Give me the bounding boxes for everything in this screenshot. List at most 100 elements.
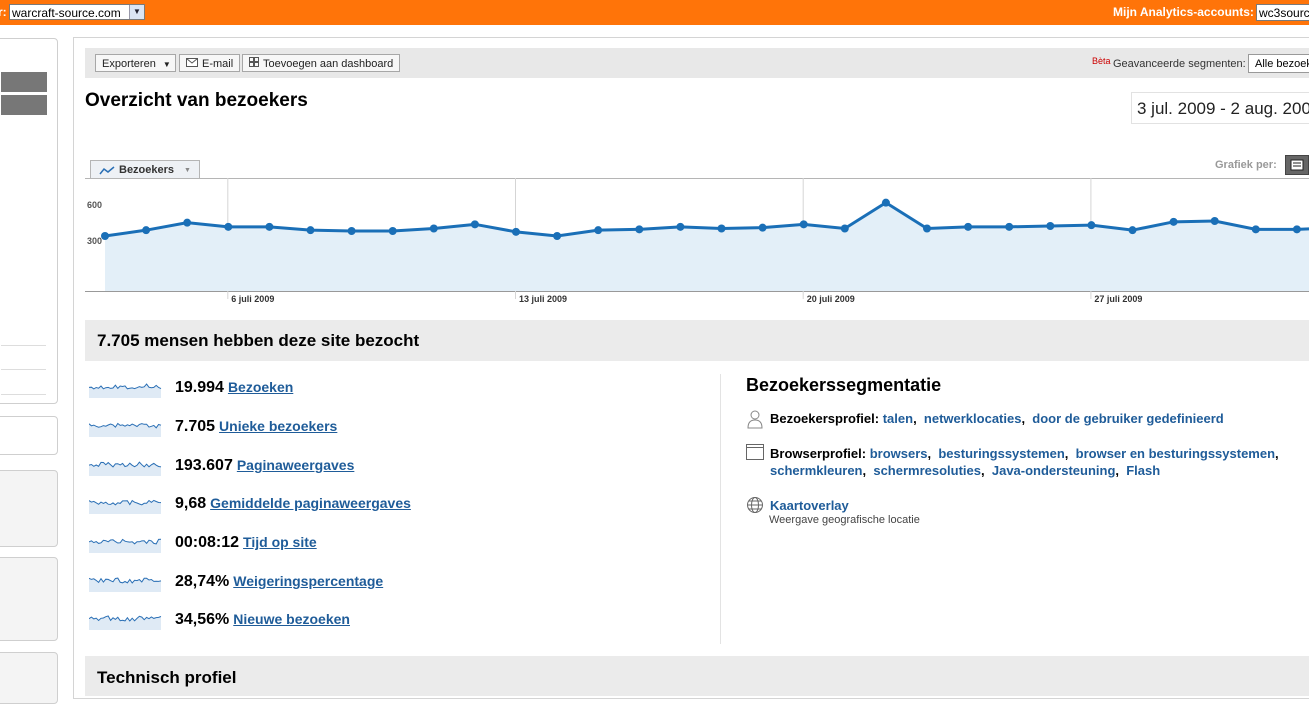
accounts-label: Mijn Analytics-accounts: bbox=[1113, 5, 1254, 19]
metric-link[interactable]: Gemiddelde paginaweergaves bbox=[210, 495, 411, 511]
chart-metric-selector[interactable]: Bezoekers ▼ bbox=[90, 160, 200, 179]
metric-link[interactable]: Bezoeken bbox=[228, 379, 293, 395]
email-button[interactable]: E-mail bbox=[179, 54, 241, 73]
browser-link-os[interactable]: besturingssystemen bbox=[938, 446, 1064, 461]
chevron-down-icon[interactable]: ▼ bbox=[129, 5, 144, 19]
technical-profile-title: Technisch profiel bbox=[97, 668, 237, 687]
add-to-dashboard-button[interactable]: Toevoegen aan dashboard bbox=[242, 54, 401, 73]
data-point bbox=[676, 222, 685, 231]
metric-value: 34,56% bbox=[175, 611, 230, 628]
graph-per-label: Grafiek per: bbox=[1215, 159, 1277, 171]
data-point bbox=[1210, 217, 1219, 225]
sidebar-nav-button[interactable] bbox=[1, 72, 47, 92]
data-point bbox=[964, 222, 973, 231]
data-point bbox=[923, 224, 931, 233]
data-point bbox=[1005, 222, 1014, 231]
data-point bbox=[265, 222, 274, 231]
visitor-profile-label: Bezoekersprofiel: bbox=[770, 411, 880, 426]
browser-link-java[interactable]: Java-ondersteuning bbox=[992, 463, 1116, 478]
accounts-selector-value: wc3source bbox=[1259, 6, 1309, 20]
sparkline bbox=[89, 422, 162, 437]
summary-headline: 7.705 mensen hebben deze site bezocht bbox=[97, 331, 420, 350]
summary-bar: 7.705 mensen hebben deze site bezocht bbox=[85, 320, 1309, 361]
data-point bbox=[142, 226, 151, 235]
browser-link-screen-resolutions[interactable]: schermresoluties bbox=[873, 463, 981, 478]
browser-link-browser-os[interactable]: browser en besturingssystemen bbox=[1076, 446, 1275, 461]
metric-value: 193.607 bbox=[175, 457, 233, 474]
metric-value: 19.994 bbox=[175, 379, 224, 396]
browser-window-icon bbox=[746, 444, 764, 465]
metric-value: 9,68 bbox=[175, 495, 207, 512]
sidebar-panel bbox=[0, 470, 58, 547]
calendar-icon bbox=[1290, 159, 1304, 171]
profile-link-languages[interactable]: talen bbox=[883, 411, 913, 426]
visitor-profile-row: Bezoekersprofiel: talen, netwerklocaties… bbox=[770, 411, 1224, 426]
segmentation-title: Bezoekerssegmentatie bbox=[746, 375, 942, 395]
x-tick-label: 6 juli 2009 bbox=[231, 294, 274, 304]
sparkline bbox=[89, 577, 162, 592]
email-label: E-mail bbox=[202, 58, 234, 70]
sparkline bbox=[89, 383, 162, 398]
metric-value: 28,74% bbox=[175, 573, 230, 590]
browser-profile-label: Browserprofiel: bbox=[770, 446, 867, 461]
sidebar-panel bbox=[0, 557, 58, 641]
data-point bbox=[1046, 222, 1055, 230]
beta-badge: Bèta bbox=[1092, 56, 1111, 66]
data-point bbox=[594, 226, 603, 235]
sparkline bbox=[89, 538, 162, 553]
envelope-icon bbox=[186, 55, 198, 73]
sparkline bbox=[89, 499, 162, 514]
segments-label: Geavanceerde segmenten: bbox=[1113, 58, 1246, 70]
metric-link[interactable]: Weigeringspercentage bbox=[233, 573, 383, 589]
metric-link[interactable]: Unieke bezoekers bbox=[219, 418, 337, 434]
browser-link-screen-colors[interactable]: schermkleuren bbox=[770, 463, 863, 478]
divider bbox=[1, 345, 46, 346]
metric-value: 00:08:12 bbox=[175, 534, 240, 551]
divider bbox=[720, 374, 721, 644]
x-tick-label: 20 juli 2009 bbox=[807, 294, 855, 304]
data-point bbox=[799, 220, 808, 229]
data-point bbox=[429, 224, 438, 233]
x-tick-label: 13 juli 2009 bbox=[519, 294, 567, 304]
sidebar-panel bbox=[0, 652, 58, 704]
metric-value: 7.705 bbox=[175, 418, 216, 435]
sparkline bbox=[89, 615, 162, 630]
visitors-chart: 300 600 6 juli 2009 13 juli 2009 20 juli 200… bbox=[85, 178, 1309, 304]
data-point bbox=[881, 198, 890, 207]
data-point bbox=[553, 232, 562, 240]
profile-link-network-locations[interactable]: netwerklocaties bbox=[924, 411, 1022, 426]
data-point bbox=[224, 222, 233, 231]
chevron-down-icon: ▼ bbox=[162, 60, 171, 69]
dashboard-icon bbox=[249, 55, 259, 73]
export-label: Exporteren bbox=[102, 58, 156, 70]
metric-link[interactable]: Nieuwe bezoeken bbox=[233, 611, 350, 627]
map-overlay-row: Kaartoverlay bbox=[770, 497, 849, 514]
browser-link-browsers[interactable]: browsers bbox=[870, 446, 928, 461]
profile-link-user-defined[interactable]: door de gebruiker gedefinieerd bbox=[1032, 411, 1223, 426]
data-point bbox=[388, 227, 397, 235]
map-overlay-link[interactable]: Kaartoverlay bbox=[770, 498, 849, 513]
graph-period-button[interactable] bbox=[1285, 155, 1309, 175]
map-overlay-description: Weergave geografische locatie bbox=[769, 514, 920, 526]
divider bbox=[1, 369, 46, 370]
sidebar-nav-panel bbox=[0, 38, 58, 404]
browser-profile-row: Browserprofiel: browsers, besturingssyst… bbox=[770, 446, 1279, 478]
x-tick-label: 27 juli 2009 bbox=[1094, 294, 1142, 304]
main-content bbox=[73, 37, 1309, 699]
metric-link[interactable]: Tijd op site bbox=[243, 534, 317, 550]
site-selector-value: warcraft-source.com bbox=[12, 6, 121, 20]
y-tick-label: 300 bbox=[87, 236, 102, 246]
metric-link[interactable]: Paginaweergaves bbox=[237, 457, 355, 473]
site-selector[interactable]: warcraft-source.com ▼ bbox=[9, 4, 145, 20]
segments-selector[interactable]: Alle bezoeken bbox=[1248, 54, 1309, 73]
export-button[interactable]: Exporteren ▼ bbox=[95, 54, 176, 72]
browser-link-flash[interactable]: Flash bbox=[1126, 463, 1160, 478]
accounts-selector[interactable]: wc3source bbox=[1256, 4, 1309, 21]
data-point bbox=[470, 220, 479, 229]
sidebar-nav-button[interactable] bbox=[1, 95, 47, 115]
person-icon bbox=[746, 409, 764, 434]
site-selector-label: r: bbox=[0, 5, 7, 19]
data-point bbox=[512, 227, 520, 236]
date-range-picker[interactable]: 3 jul. 2009 - 2 aug. 2009 bbox=[1131, 92, 1309, 124]
data-point bbox=[183, 218, 192, 227]
